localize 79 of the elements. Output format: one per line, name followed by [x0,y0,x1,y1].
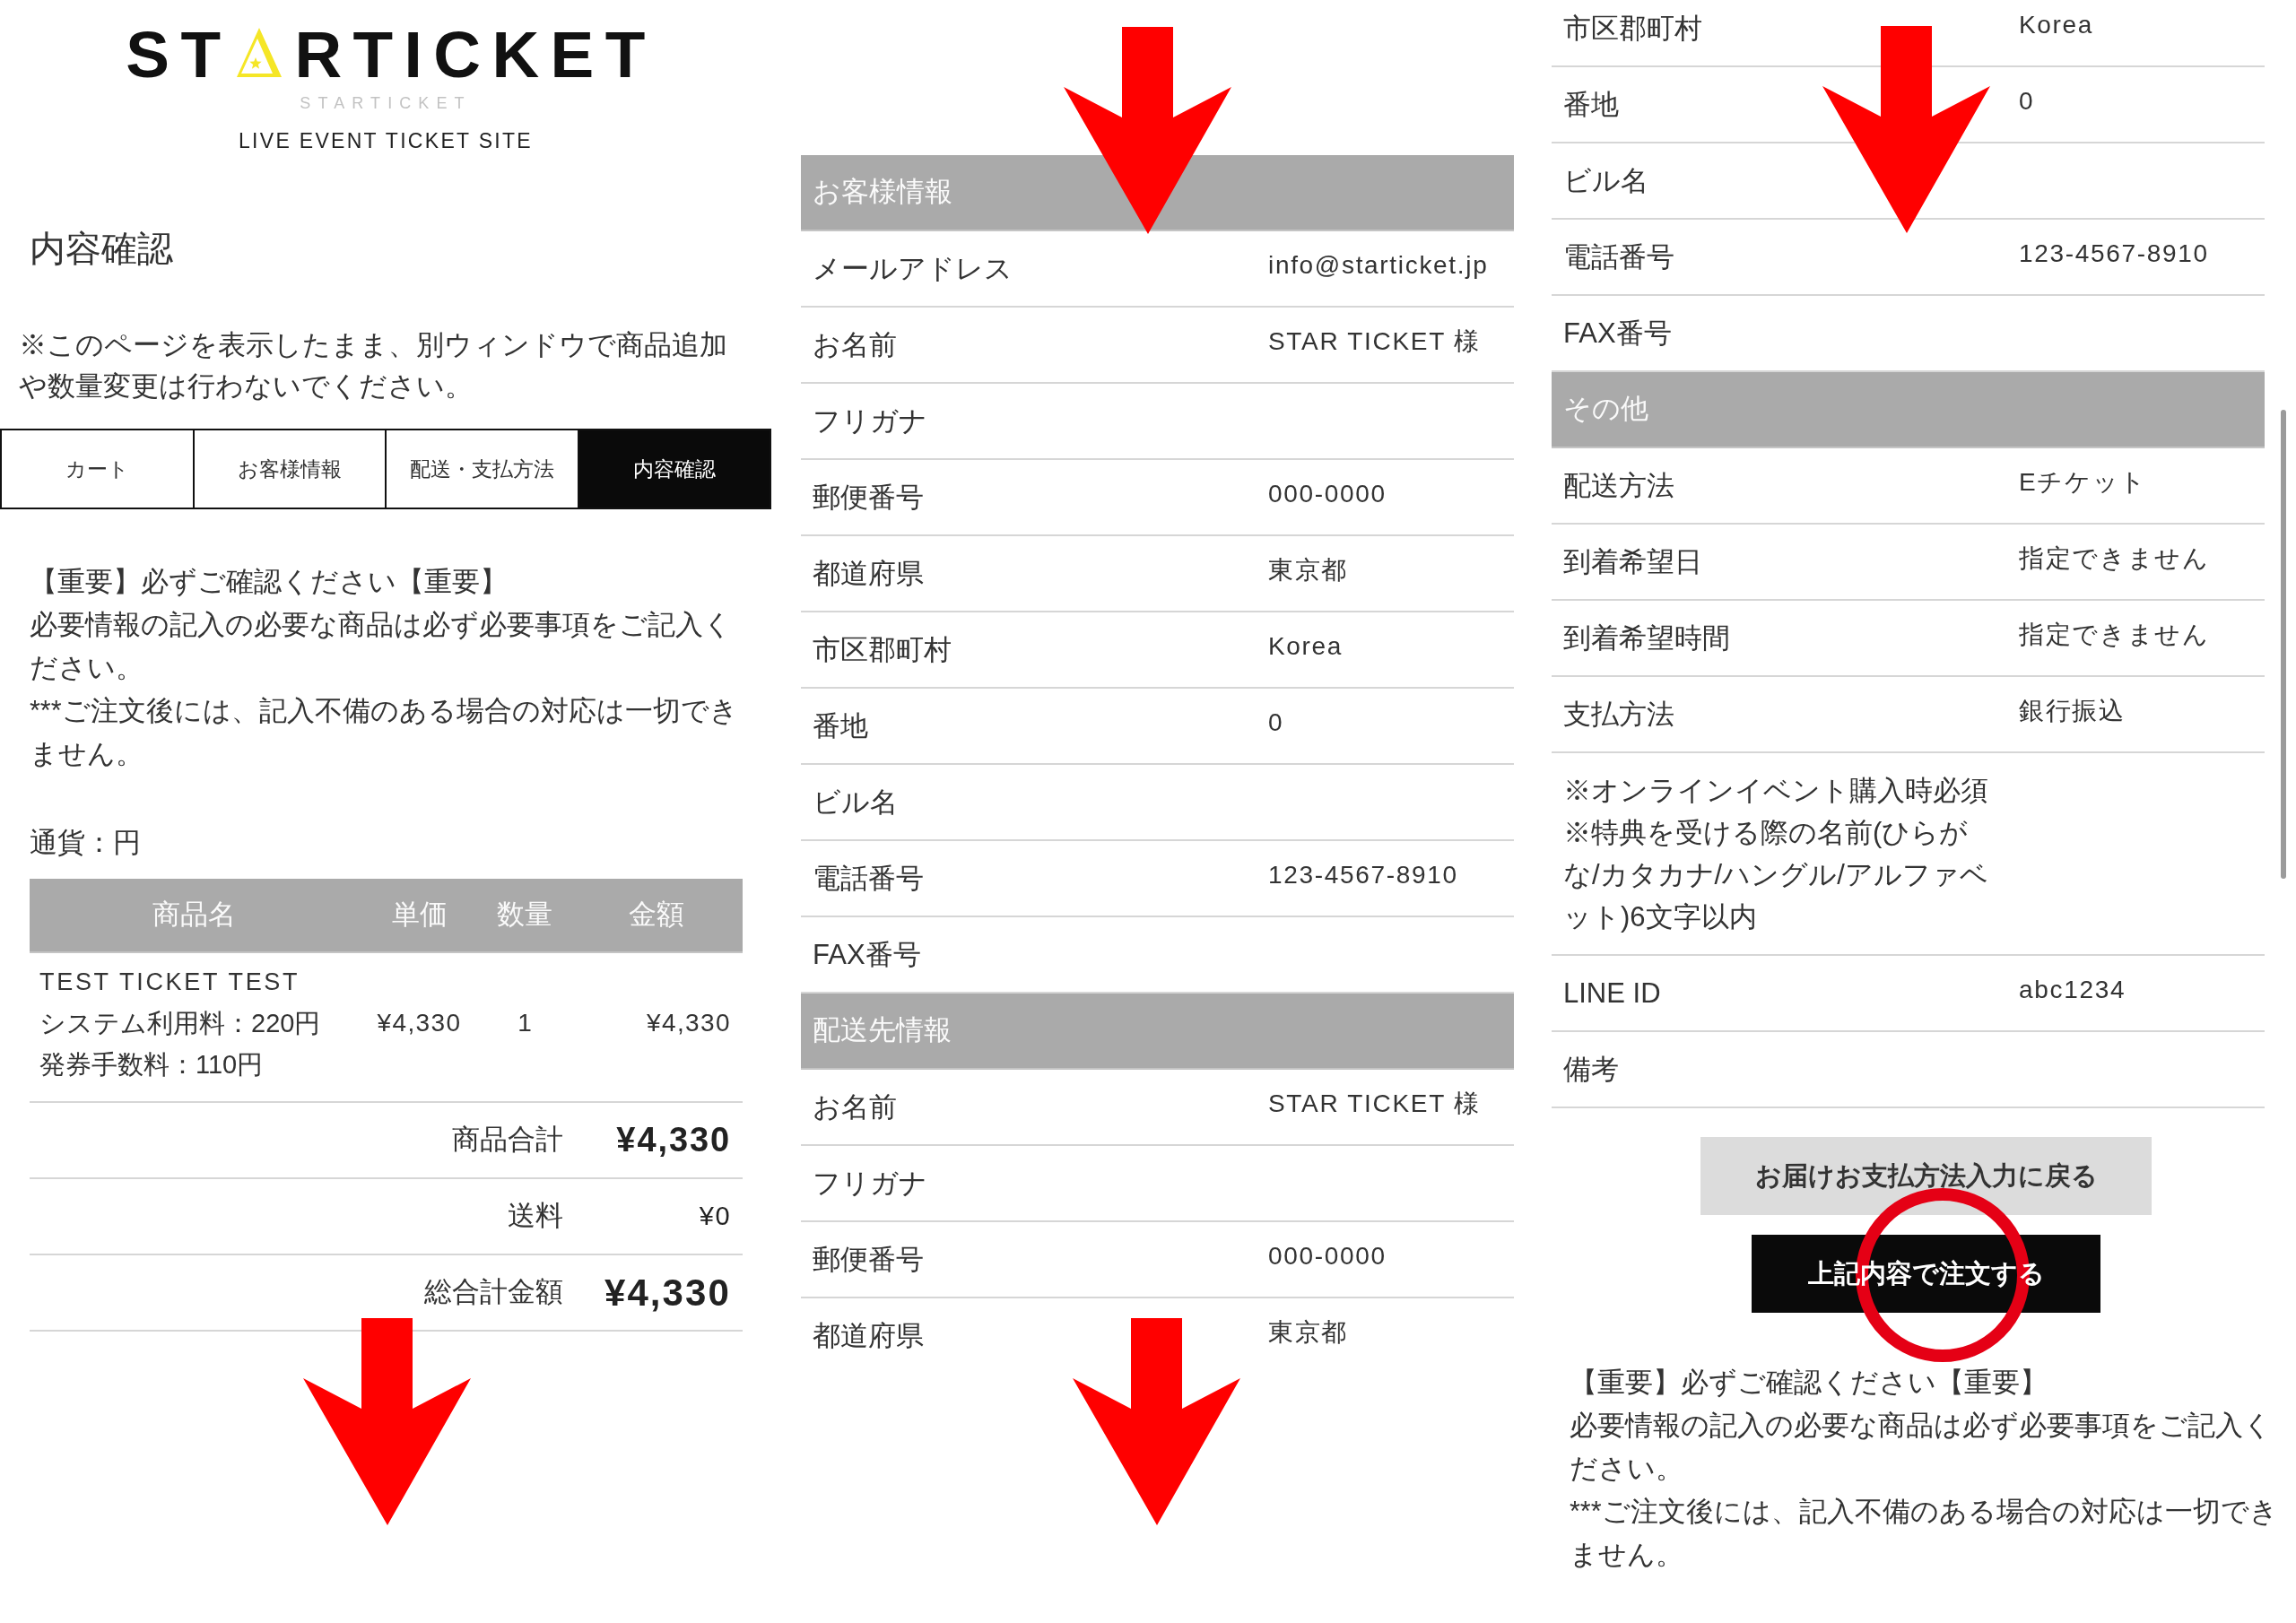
checkout-step: 内容確認 [577,430,770,508]
total-label: 送料 [508,1199,563,1234]
column-header: 商品名 [152,898,236,933]
notice-text: 必要情報の記入の必要な商品は必ず必要事項をご記入ください。 [30,608,733,684]
field-value: 銀行振込 [2019,696,2126,726]
field-label: 配送方法 [1563,469,1674,503]
notice-text: 【重要】必ずご確認ください【重要】 [30,565,509,599]
field-value: 000-0000 [1268,1241,1387,1271]
logo-text: ST [126,22,232,88]
field-label: 番地 [813,709,868,743]
field-value: 0 [2019,86,2035,117]
fee-text: 発券手数料：110円 [39,1049,264,1081]
logo-subtext: STARTICKET [300,95,472,111]
tagline: LIVE EVENT TICKET SITE [239,130,533,152]
logo-text: RTICKET [294,22,657,88]
field-value: 123-4567-8910 [2019,239,2209,269]
field-label: 電話番号 [813,862,924,896]
field-label: ビル名 [813,785,898,820]
field-value: Eチケット [2019,467,2148,498]
warning-text: ※このページを表示したまま、別ウィンドウで商品追加や数量変更は行わないでください。 [19,328,728,403]
unit-price: ¥4,330 [377,1008,462,1038]
field-label: 都道府県 [813,1319,924,1353]
field-label: LINE ID [1563,976,1661,1011]
field-value: STAR TICKET 様 [1268,326,1481,357]
field-label: 到着希望時間 [1563,621,1730,655]
notice-text: ***ご注文後には、記入不備のある場合の対応は一切できません。 [1570,1495,2279,1571]
field-value: 指定できません [2019,543,2210,574]
field-label: 郵便番号 [813,481,924,515]
section-header: その他 [1552,372,2265,448]
field-label: ビル名 [1563,164,1648,198]
fee-text: システム利用料：220円 [39,1008,321,1039]
field-value: 東京都 [1268,1317,1349,1348]
triangle-star-icon [237,28,283,77]
field-value: 0 [1268,707,1284,738]
quantity: 1 [517,1008,532,1038]
total-label: 商品合計 [452,1123,563,1158]
total-value: ¥0 [699,1200,731,1232]
field-label: お名前 [813,1090,897,1124]
field-label: メールアドレス [813,252,1013,286]
field-value: 123-4567-8910 [1268,860,1458,890]
notice-text: ***ご注文後には、記入不備のある場合の対応は一切できません。 [30,694,739,770]
back-button[interactable]: お届けお支払方法入力に戻る [1700,1137,2152,1215]
currency-label: 通貨：円 [30,826,141,860]
field-label: 市区郡町村 [1563,12,1702,46]
field-label: ※オンラインイベント購入時必須 ※特典を受ける際の名前(ひらがな/カタカナ/ハングル/アルファベット)6文字以内 [1563,774,1989,934]
field-label: FAX番号 [1563,317,1672,351]
page-title: 内容確認 [30,228,173,270]
column-header: 数量 [497,898,552,933]
field-value: abc1234 [2019,975,2126,1005]
field-label: フリガナ [813,404,927,438]
field-label: 都道府県 [813,557,924,591]
total-value: ¥4,330 [604,1271,731,1315]
field-value: Korea [1268,631,1344,662]
field-value: 000-0000 [1268,479,1387,509]
total-label: 総合計金額 [424,1275,563,1310]
amount: ¥4,330 [646,1008,731,1038]
field-value: STAR TICKET 様 [1268,1089,1481,1119]
total-value: ¥4,330 [616,1120,731,1160]
field-label: FAX番号 [813,938,921,972]
field-label: フリガナ [813,1167,927,1201]
section-header: お客様情報 [801,155,1514,231]
field-value: 東京都 [1268,555,1349,586]
section-header: 配送先情報 [801,994,1514,1070]
field-label: 電話番号 [1563,240,1674,274]
field-label: 備考 [1563,1053,1619,1087]
column-header: 単価 [391,898,448,933]
field-label: 郵便番号 [813,1243,924,1277]
notice-text: 【重要】必ずご確認ください【重要】 [1570,1366,2048,1400]
field-label: 支払方法 [1563,698,1674,732]
column-header: 金額 [628,898,684,933]
field-label: 到着希望日 [1563,545,1702,579]
field-value: 指定できません [2019,620,2210,650]
field-label: 番地 [1563,88,1619,122]
field-value: info@starticket.jp [1268,250,1489,281]
field-value: Korea [2019,10,2094,40]
product-name: TEST TICKET TEST [39,968,300,997]
field-label: お名前 [813,328,897,362]
field-label: 市区郡町村 [813,633,952,667]
notice-text: 必要情報の記入の必要な商品は必ず必要事項をご記入ください。 [1570,1409,2273,1485]
